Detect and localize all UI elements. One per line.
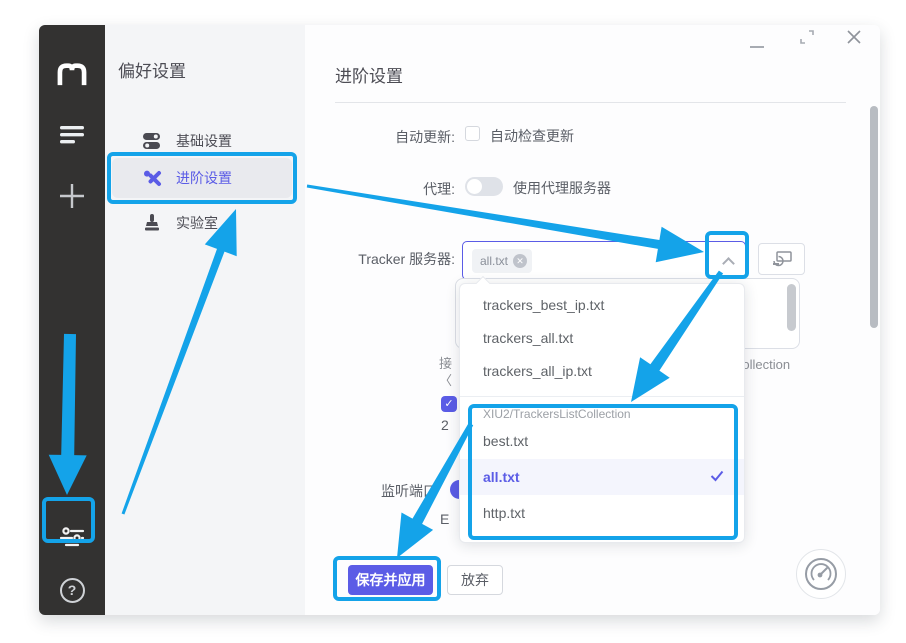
dropdown-option[interactable]: http.txt: [460, 495, 744, 531]
speedometer-icon: [804, 557, 838, 591]
auto-update-label: 自动更新:: [305, 127, 455, 147]
obscured-text-fragment: 〈: [439, 370, 452, 389]
dropdown-option[interactable]: trackers_all_ip.txt: [460, 355, 744, 388]
auto-update-checkbox-label[interactable]: 自动检查更新: [490, 126, 574, 146]
close-button[interactable]: [846, 29, 862, 48]
tools-icon: [142, 169, 162, 187]
textarea-scrollbar[interactable]: [787, 284, 796, 331]
dropdown-option-selected[interactable]: all.txt: [460, 459, 744, 495]
discard-button[interactable]: 放弃: [447, 565, 503, 595]
tracker-dropdown-panel: trackers_best_ip.txt trackers_all.txt tr…: [459, 283, 745, 543]
title-divider: [335, 102, 846, 103]
motrix-logo-icon: [39, 59, 105, 89]
dropdown-option-label: all.txt: [483, 459, 520, 495]
save-apply-button[interactable]: 保存并应用: [348, 565, 433, 595]
content-scrollbar[interactable]: [870, 106, 878, 328]
obscured-text-fragment: E: [440, 511, 449, 527]
auto-update-checkbox[interactable]: [465, 126, 480, 141]
speed-gauge-button[interactable]: [796, 549, 846, 599]
proxy-toggle[interactable]: [465, 177, 503, 196]
proxy-toggle-label: 使用代理服务器: [513, 178, 611, 198]
tracker-tag-label: all.txt: [480, 254, 508, 268]
maximize-button[interactable]: [799, 29, 815, 48]
dropdown-option[interactable]: best.txt: [460, 423, 744, 459]
minimize-button[interactable]: [750, 36, 765, 52]
sidebar-item-label: 进阶设置: [176, 168, 232, 188]
sidebar-item-lab[interactable]: 实验室: [112, 203, 292, 243]
obscured-text-fragment: 2: [441, 417, 449, 433]
preferences-sliders-icon[interactable]: [39, 521, 105, 555]
tag-remove-icon[interactable]: ✕: [513, 254, 527, 268]
sidebar-item-label: 实验室: [176, 213, 218, 233]
app-window: ? 偏好设置 基础设置: [39, 25, 880, 615]
obscured-checked-checkbox: ✓: [441, 396, 457, 412]
sidebar-item-basic-settings[interactable]: 基础设置: [112, 121, 292, 161]
sync-tracker-button[interactable]: [758, 243, 805, 275]
app-sidebar: ?: [39, 25, 105, 615]
screenshot-stage: ? 偏好设置 基础设置: [0, 0, 906, 643]
task-list-icon[interactable]: [39, 121, 105, 147]
sidebar-item-label: 基础设置: [176, 131, 232, 151]
preferences-panel: 偏好设置 基础设置: [105, 25, 305, 615]
question-mark-glyph: ?: [60, 578, 85, 603]
lab-stamp-icon: [142, 214, 162, 232]
tracker-server-label: Tracker 服务器:: [305, 249, 455, 269]
dropdown-group-label: XIU2/TrackersListCollection: [460, 397, 744, 423]
tracker-select-input[interactable]: all.txt ✕: [462, 241, 746, 280]
sidebar-item-advanced-settings[interactable]: 进阶设置: [112, 158, 292, 198]
dropdown-option[interactable]: trackers_best_ip.txt: [460, 289, 744, 322]
check-icon: [710, 459, 724, 495]
add-task-icon[interactable]: [39, 179, 105, 213]
tracker-tag: all.txt ✕: [472, 249, 532, 273]
proxy-label: 代理:: [305, 179, 455, 199]
listen-port-label: 监听端口: [305, 481, 437, 501]
toggle-knob: [467, 179, 482, 194]
help-icon[interactable]: ?: [39, 573, 105, 607]
preferences-title: 偏好设置: [118, 57, 186, 82]
chevron-up-icon[interactable]: [722, 257, 735, 270]
main-content: 进阶设置 自动更新: 自动检查更新 代理: 使用代理服务器 Tracker 服务…: [305, 25, 880, 615]
toggles-icon: [142, 132, 162, 150]
page-title: 进阶设置: [335, 62, 403, 87]
dropdown-option[interactable]: trackers_all.txt: [460, 322, 744, 355]
